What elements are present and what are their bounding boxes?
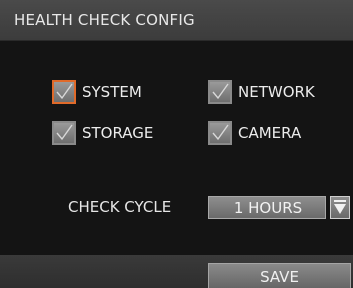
- network-label: NETWORK: [238, 83, 315, 101]
- chevron-down-icon: [334, 200, 346, 214]
- camera-checkbox-row[interactable]: CAMERA: [208, 120, 301, 146]
- checkmark-icon: [212, 124, 229, 141]
- network-checkbox-row[interactable]: NETWORK: [208, 79, 315, 105]
- system-label: SYSTEM: [82, 83, 142, 101]
- storage-checkbox-row[interactable]: STORAGE: [52, 120, 153, 146]
- check-cycle-value: 1 HOURS: [233, 199, 303, 217]
- checkmark-icon: [56, 83, 73, 100]
- camera-checkbox[interactable]: [208, 121, 232, 145]
- network-checkbox[interactable]: [208, 80, 232, 104]
- health-check-config-dialog: HEALTH CHECK CONFIG SYSTEM NETWORK STORA…: [0, 0, 353, 288]
- check-cycle-label: CHECK CYCLE: [68, 198, 172, 216]
- system-checkbox[interactable]: [52, 80, 76, 104]
- checkmark-icon: [212, 83, 229, 100]
- dialog-title: HEALTH CHECK CONFIG: [14, 11, 195, 29]
- camera-label: CAMERA: [238, 124, 302, 142]
- save-button[interactable]: SAVE: [208, 263, 351, 288]
- storage-checkbox[interactable]: [52, 121, 76, 145]
- checkmark-icon: [56, 124, 73, 141]
- dialog-body: [0, 41, 353, 255]
- system-checkbox-row[interactable]: SYSTEM: [52, 79, 142, 105]
- check-cycle-dropdown-button[interactable]: [330, 196, 350, 219]
- storage-label: STORAGE: [82, 124, 154, 142]
- title-bar: HEALTH CHECK CONFIG: [0, 0, 353, 41]
- check-cycle-select[interactable]: 1 HOURS: [208, 196, 326, 219]
